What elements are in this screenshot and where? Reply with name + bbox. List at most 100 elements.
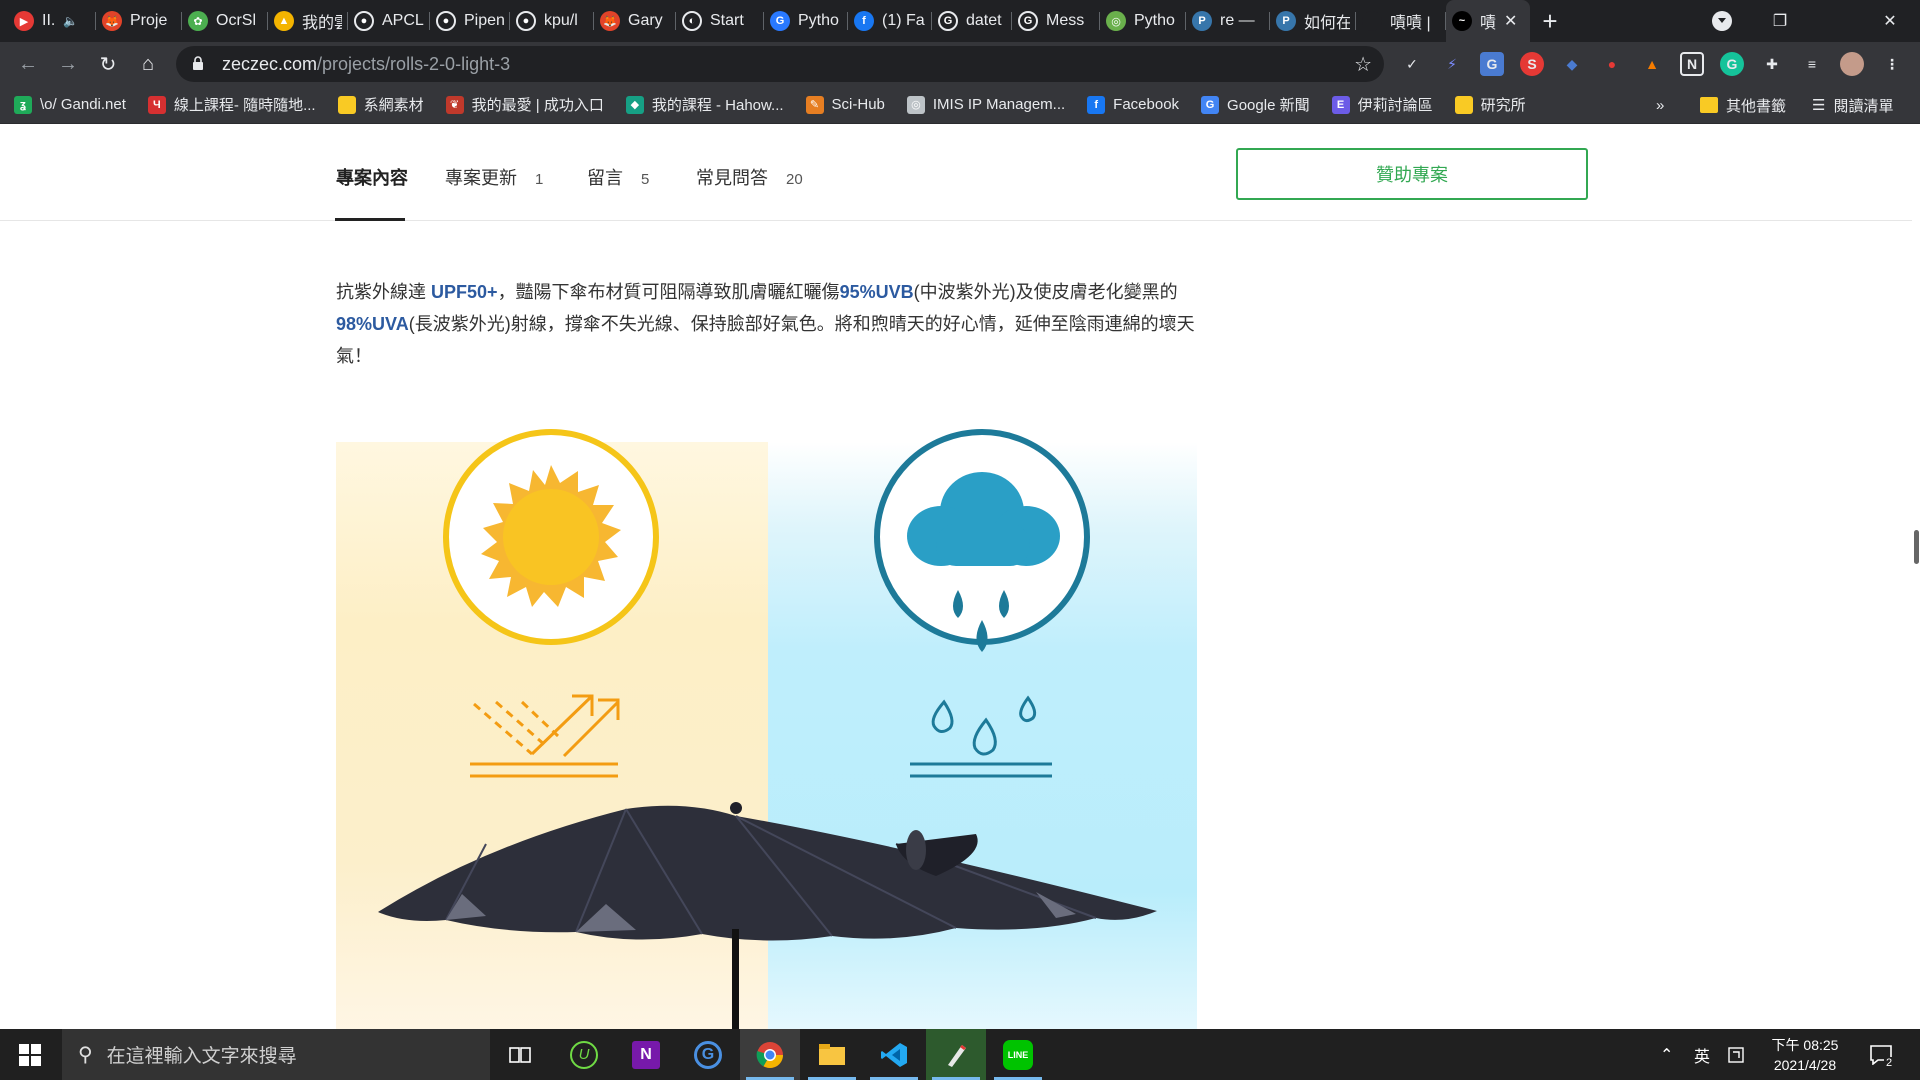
- pen-app-icon[interactable]: [926, 1029, 986, 1080]
- bookmark-item[interactable]: 研究所: [1454, 94, 1526, 115]
- project-description: 抗紫外線達 UPF50+，豔陽下傘布材質可阻隔導致肌膚曬紅曬傷95%UVB(中波…: [336, 282, 1195, 366]
- bookmark-label: 線上課程- 隨時隨地...: [173, 97, 316, 114]
- new-tab-button[interactable]: +: [1530, 0, 1570, 42]
- tab-project-updates[interactable]: 專案更新 1: [445, 164, 543, 190]
- page-scrollbar[interactable]: [1912, 124, 1920, 1029]
- reading-list-button[interactable]: ☰ 閱讀清單: [1812, 86, 1893, 124]
- vscode-icon[interactable]: [864, 1029, 924, 1080]
- bookmark-icon: ◎: [906, 95, 925, 114]
- bookmark-icon: E: [1331, 95, 1350, 114]
- scrollbar-thumb[interactable]: [1914, 530, 1919, 564]
- close-window-button[interactable]: ✕: [1860, 0, 1920, 42]
- bookmark-item[interactable]: ʓ \o/ Gandi.net: [14, 95, 126, 114]
- tab-favicon-icon: ▶: [14, 11, 34, 31]
- bookmark-item[interactable]: ◆ 我的課程 - Hahow...: [625, 94, 784, 115]
- tab-favicon-icon: P: [1276, 11, 1296, 31]
- profile-avatar-icon[interactable]: [1840, 52, 1864, 76]
- close-tab-icon[interactable]: ✕: [1504, 11, 1517, 31]
- browser-tab[interactable]: 嘖嘖 |: [1356, 0, 1446, 42]
- checkmark-extension-icon[interactable]: ✓: [1400, 52, 1424, 76]
- browser-tab[interactable]: ● APCL: [348, 0, 430, 42]
- browser-tab[interactable]: 🦊 Proje: [96, 0, 182, 42]
- address-bar[interactable]: zeczec.com/projects/rolls-2-0-light-3 ☆: [176, 46, 1384, 82]
- puzzle-extensions-icon[interactable]: ✚: [1760, 52, 1784, 76]
- tab-title: 嘖: [1480, 15, 1497, 32]
- bookmark-label: Google 新聞: [1227, 97, 1310, 114]
- windows-start-icon[interactable]: [0, 1029, 60, 1080]
- fire-extension-icon[interactable]: ▲: [1640, 52, 1664, 76]
- forward-icon[interactable]: →: [48, 44, 88, 84]
- browser-tab[interactable]: ● Pipen: [430, 0, 510, 42]
- bookmark-item[interactable]: ✎ Sci-Hub: [805, 95, 885, 114]
- uv-reflect-icon: [470, 694, 620, 778]
- browser-tab[interactable]: ◎ Pytho: [1100, 0, 1186, 42]
- tab-favicon-icon: P: [1192, 11, 1212, 31]
- tab-favicon-icon: G: [770, 11, 790, 31]
- browser-tab[interactable]: G Pytho: [764, 0, 848, 42]
- tab-favicon-icon: [1362, 11, 1382, 31]
- restore-button[interactable]: ❐: [1750, 0, 1810, 42]
- other-bookmarks-folder[interactable]: 其他書籤: [1700, 86, 1786, 124]
- bookmark-item[interactable]: ❦ 我的最愛 | 成功入口: [445, 94, 604, 115]
- bookmark-item[interactable]: Ч 線上課程- 隨時隨地...: [147, 94, 316, 115]
- translate-extension-icon[interactable]: G: [1480, 52, 1504, 76]
- back-icon[interactable]: ←: [8, 44, 48, 84]
- bookmarks-overflow-button[interactable]: »: [1656, 86, 1664, 124]
- tab-comments[interactable]: 留言 5: [587, 164, 649, 190]
- chrome-icon[interactable]: [740, 1029, 800, 1080]
- browser-tab[interactable]: G Mess: [1012, 0, 1100, 42]
- back-project-button[interactable]: 贊助專案: [1236, 148, 1588, 200]
- upwork-icon[interactable]: U: [554, 1029, 614, 1080]
- web-page: 專案內容 專案更新 1 留言 5 常見問答 20 贊助專案 抗紫外線達 UPF50+，…: [0, 124, 1920, 1029]
- notion-extension-icon[interactable]: N: [1680, 52, 1704, 76]
- ime-mode-icon[interactable]: [1728, 1029, 1744, 1080]
- tab-title: kpu/l: [544, 12, 578, 29]
- taskbar-clock[interactable]: 下午 08:25 2021/4/28: [1760, 1035, 1850, 1075]
- reload-icon[interactable]: ↻: [88, 44, 128, 84]
- home-icon[interactable]: ⌂: [128, 44, 168, 84]
- ime-indicator[interactable]: 英: [1694, 1029, 1710, 1080]
- browser-tab[interactable]: ✿ OcrSl: [182, 0, 268, 42]
- browser-tab[interactable]: 🦊 Gary: [594, 0, 676, 42]
- tab-search-icon[interactable]: [1712, 11, 1732, 31]
- line-icon[interactable]: LINE: [988, 1029, 1048, 1080]
- browser-tab[interactable]: ~ 嘖 ✕: [1446, 0, 1530, 42]
- browser-toolbar: ← → ↻ ⌂ zeczec.com/projects/rolls-2-0-li…: [0, 42, 1920, 86]
- file-explorer-icon[interactable]: [802, 1029, 862, 1080]
- browser-tab[interactable]: ▲ 我的雲: [268, 0, 348, 42]
- browser-tab[interactable]: ◐ Start: [676, 0, 764, 42]
- bookmark-item[interactable]: ◎ IMIS IP Managem...: [906, 95, 1065, 114]
- browser-tab[interactable]: ● kpu/l: [510, 0, 594, 42]
- bookmark-item[interactable]: G Google 新聞: [1201, 94, 1310, 115]
- s-extension-icon[interactable]: S: [1520, 52, 1544, 76]
- notification-center-icon[interactable]: 2: [1870, 1029, 1895, 1080]
- bookmark-item[interactable]: f Facebook: [1087, 95, 1179, 114]
- shield-extension-icon[interactable]: ◆: [1560, 52, 1584, 76]
- tab-audio-icon[interactable]: 🔈: [63, 14, 78, 28]
- browser-tab[interactable]: P 如何在: [1270, 0, 1356, 42]
- grammarly-extension-icon[interactable]: G: [1720, 52, 1744, 76]
- grammarly-icon[interactable]: G: [678, 1029, 738, 1080]
- tab-title: 嘖嘖 |: [1390, 15, 1431, 32]
- taskbar-search-input[interactable]: ⚲ 在這裡輸入文字來搜尋: [62, 1029, 490, 1080]
- tab-title: Pytho: [1134, 12, 1175, 29]
- bookmark-icon: Ч: [147, 95, 166, 114]
- bookmark-star-icon[interactable]: ☆: [1354, 52, 1372, 77]
- bookmark-item[interactable]: 系網素材: [337, 94, 424, 115]
- browser-tab[interactable]: Pre —: [1186, 0, 1270, 42]
- task-view-icon[interactable]: [490, 1029, 550, 1080]
- onenote-icon[interactable]: N: [616, 1029, 676, 1080]
- browser-tab[interactable]: ▶ II. 🔈: [8, 0, 96, 42]
- tab-project-content[interactable]: 專案內容: [336, 164, 408, 190]
- browser-tab[interactable]: Gdatet: [932, 0, 1012, 42]
- menu-dots-icon[interactable]: ⋮: [1880, 52, 1904, 76]
- tab-title: datet: [966, 12, 1002, 29]
- browser-tab[interactable]: f (1) Fa: [848, 0, 932, 42]
- media-control-icon[interactable]: ≡: [1800, 52, 1824, 76]
- bookmark-item[interactable]: E 伊莉討論區: [1331, 94, 1433, 115]
- tab-faq[interactable]: 常見問答 20: [696, 164, 803, 190]
- record-extension-icon[interactable]: ●: [1600, 52, 1624, 76]
- lightning-extension-icon[interactable]: ⚡: [1440, 52, 1464, 76]
- url-text: zeczec.com/projects/rolls-2-0-light-3: [222, 53, 511, 74]
- tray-overflow-icon[interactable]: ⌃: [1660, 1029, 1673, 1080]
